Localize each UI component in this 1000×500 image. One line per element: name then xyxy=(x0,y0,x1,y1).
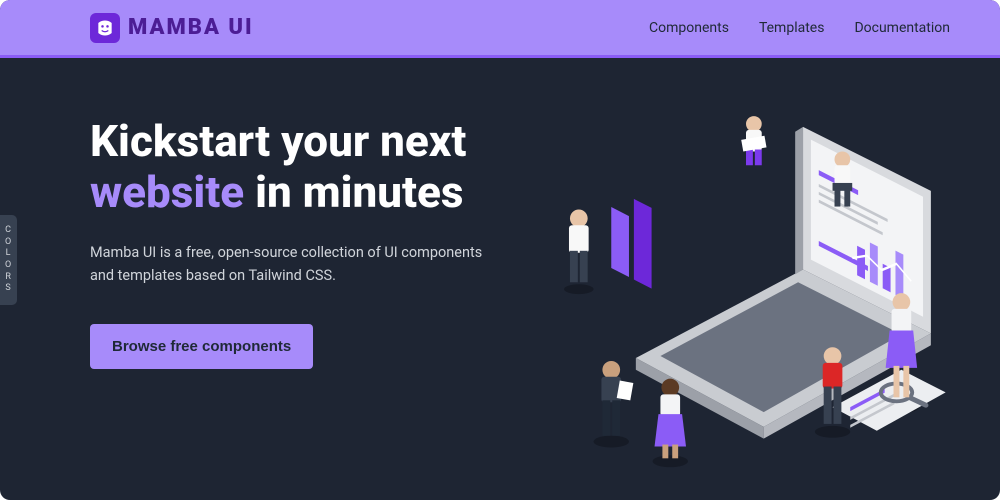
laptop-people-illustration-icon xyxy=(508,98,960,500)
nav-components[interactable]: Components xyxy=(649,20,729,36)
main-nav: Components Templates Documentation xyxy=(649,20,950,36)
nav-documentation[interactable]: Documentation xyxy=(854,20,950,36)
hero-content: Kickstart your next website in minutes M… xyxy=(90,98,508,500)
brand-name: MAMBA UI xyxy=(128,15,254,40)
hero-title-accent: website xyxy=(90,166,244,218)
colors-sidebar-tab[interactable]: COLORS xyxy=(0,215,17,305)
hero-title-part2: in minutes xyxy=(244,166,463,218)
hero-illustration xyxy=(508,98,960,500)
hero-title: Kickstart your next website in minutes xyxy=(90,116,508,217)
hero-description: Mamba UI is a free, open-source collecti… xyxy=(90,241,508,287)
page-container: MAMBA UI Components Templates Documentat… xyxy=(0,0,1000,500)
browse-components-button[interactable]: Browse free components xyxy=(90,324,313,369)
brand[interactable]: MAMBA UI xyxy=(90,13,254,43)
site-header: MAMBA UI Components Templates Documentat… xyxy=(0,0,1000,58)
hero-title-part1: Kickstart your next xyxy=(90,115,466,167)
mamba-logo-icon xyxy=(90,13,120,43)
hero-section: Kickstart your next website in minutes M… xyxy=(0,58,1000,500)
nav-templates[interactable]: Templates xyxy=(759,20,825,36)
